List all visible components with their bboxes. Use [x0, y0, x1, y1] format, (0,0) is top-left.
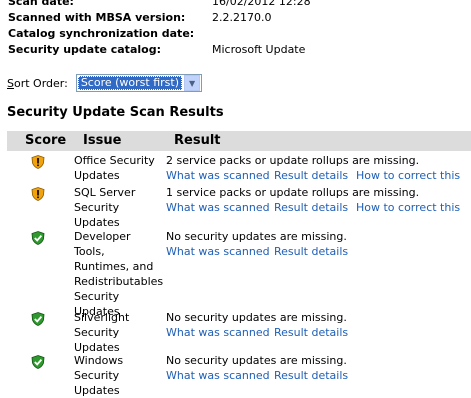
result-cell: No security updates are missing. What wa… — [166, 229, 466, 259]
warning-shield-icon — [31, 187, 45, 201]
scan-date-row: Scan date: 16/02/2012 12:28 — [8, 0, 311, 10]
warning-shield-icon — [31, 155, 45, 169]
mbsa-version-row: Scanned with MBSA version: 2.2.2170.0 — [8, 10, 311, 26]
issue-name: Silverlight Security Updates — [74, 311, 130, 354]
column-header-result: Result — [174, 133, 221, 148]
column-header-issue: Issue — [83, 133, 122, 148]
result-text: 1 service packs or update rollups are mi… — [166, 186, 420, 199]
issue-name: Developer Tools, Runtimes, and Redistrib… — [74, 230, 164, 318]
result-links: What was scanned Result details — [166, 244, 466, 259]
result-details-link[interactable]: Result details — [274, 200, 356, 215]
info-label: Security update catalog: — [8, 43, 161, 56]
what-was-scanned-link[interactable]: What was scanned — [166, 325, 274, 340]
info-value: Microsoft Update — [212, 43, 306, 56]
what-was-scanned-link[interactable]: What was scanned — [166, 368, 274, 383]
chevron-down-icon[interactable]: ▼ — [184, 75, 201, 91]
issue-name: SQL Server Security Updates — [74, 186, 136, 229]
scan-info: Scan date: 16/02/2012 12:28 Scanned with… — [8, 0, 311, 58]
result-details-link[interactable]: Result details — [274, 325, 356, 340]
result-details-link[interactable]: Result details — [274, 168, 356, 183]
result-text: No security updates are missing. — [166, 230, 347, 243]
result-text: 2 service packs or update rollups are mi… — [166, 154, 420, 167]
result-links: What was scanned Result details How to c… — [166, 200, 466, 215]
result-cell: 2 service packs or update rollups are mi… — [166, 153, 466, 183]
check-shield-icon — [31, 355, 45, 369]
issue-name: Office Security Updates — [74, 154, 155, 182]
result-links: What was scanned Result details — [166, 368, 466, 383]
result-details-link[interactable]: Result details — [274, 244, 356, 259]
check-shield-icon — [31, 231, 45, 245]
sort-label-text: ort Order: — [13, 76, 68, 90]
check-shield-icon — [31, 312, 45, 326]
sort-order-value: Score (worst first) — [77, 76, 183, 90]
sort-label-accesskey: S — [7, 76, 14, 90]
info-label: Scan date: — [8, 0, 74, 8]
what-was-scanned-link[interactable]: What was scanned — [166, 168, 274, 183]
info-value: 16/02/2012 12:28 — [212, 0, 311, 8]
result-cell: No security updates are missing. What wa… — [166, 310, 466, 340]
sort-order: Sort Order: Score (worst first) ▼ — [7, 74, 203, 92]
info-label: Scanned with MBSA version: — [8, 11, 186, 24]
what-was-scanned-link[interactable]: What was scanned — [166, 244, 274, 259]
result-cell: No security updates are missing. What wa… — [166, 353, 466, 383]
catalog-sync-row: Catalog synchronization date: — [8, 26, 311, 42]
results-heading: Security Update Scan Results — [7, 105, 224, 120]
how-to-correct-link[interactable]: How to correct this — [356, 168, 460, 183]
result-links: What was scanned Result details How to c… — [166, 168, 466, 183]
what-was-scanned-link[interactable]: What was scanned — [166, 200, 274, 215]
table-header: Score Issue Result — [7, 131, 471, 151]
sort-order-label: Sort Order: — [7, 77, 68, 90]
column-header-score: Score — [25, 133, 67, 148]
info-label: Catalog synchronization date: — [8, 27, 195, 40]
result-links: What was scanned Result details — [166, 325, 466, 340]
sort-order-select[interactable]: Score (worst first) ▼ — [75, 74, 203, 92]
info-value: 2.2.2170.0 — [212, 11, 272, 24]
result-cell: 1 service packs or update rollups are mi… — [166, 185, 466, 215]
how-to-correct-link[interactable]: How to correct this — [356, 200, 460, 215]
result-details-link[interactable]: Result details — [274, 368, 356, 383]
result-text: No security updates are missing. — [166, 354, 347, 367]
update-catalog-row: Security update catalog: Microsoft Updat… — [8, 42, 311, 58]
result-text: No security updates are missing. — [166, 311, 347, 324]
issue-name: Windows Security Updates — [74, 354, 124, 397]
